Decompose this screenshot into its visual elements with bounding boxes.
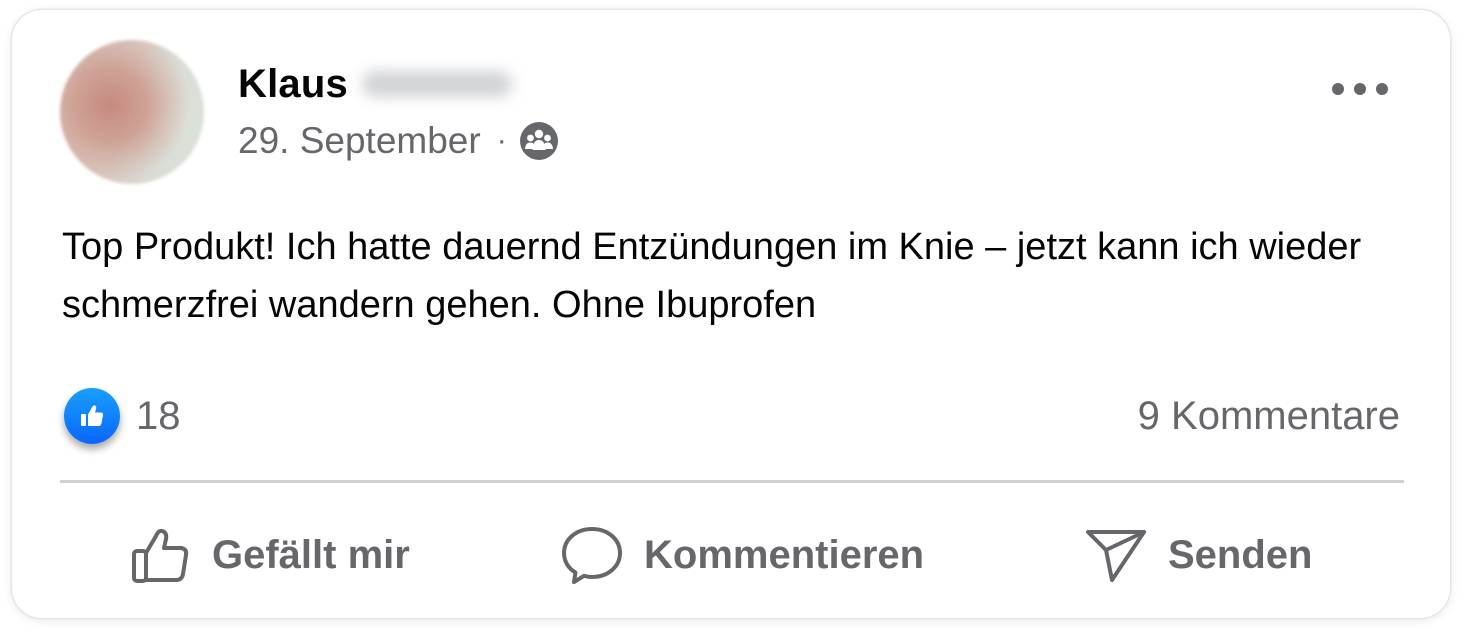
more-options-icon[interactable] <box>1332 72 1388 106</box>
actions-divider <box>60 480 1404 483</box>
like-reaction-icon <box>64 388 120 444</box>
like-button-label: Gefällt mir <box>212 532 410 577</box>
author-last-name-blurred <box>361 71 512 97</box>
comment-bubble-icon <box>562 527 622 584</box>
group-audience-icon[interactable] <box>519 121 559 161</box>
meta-separator: · <box>496 124 507 157</box>
comment-button[interactable]: Kommentieren <box>560 515 924 595</box>
author-first-name[interactable]: Klaus <box>238 62 348 107</box>
comments-count-link[interactable]: 9 Kommentare <box>1138 388 1400 444</box>
author-avatar[interactable] <box>60 40 204 184</box>
reactions-summary[interactable]: 18 <box>64 386 181 446</box>
post-text: Top Produkt! Ich hatte dauernd Entzündun… <box>62 226 1362 326</box>
post-meta: 29. September · <box>238 118 559 164</box>
like-button[interactable]: Gefällt mir <box>130 515 410 595</box>
more-dot <box>1332 83 1344 95</box>
post-card: Klaus 29. September · Top Produkt! Ich h… <box>12 10 1450 618</box>
thumbs-up-icon <box>132 528 189 583</box>
send-button[interactable]: Senden <box>1084 515 1312 595</box>
reaction-count: 18 <box>136 393 181 438</box>
author-name[interactable]: Klaus <box>238 60 512 108</box>
post-actions-bar: Gefällt mir Kommentieren Senden <box>12 515 1450 595</box>
more-dot <box>1376 83 1388 95</box>
more-dot <box>1354 83 1366 95</box>
send-button-label: Senden <box>1168 532 1313 577</box>
send-icon <box>1086 530 1146 582</box>
post-date[interactable]: 29. September <box>238 120 481 162</box>
comment-button-label: Kommentieren <box>644 532 925 577</box>
